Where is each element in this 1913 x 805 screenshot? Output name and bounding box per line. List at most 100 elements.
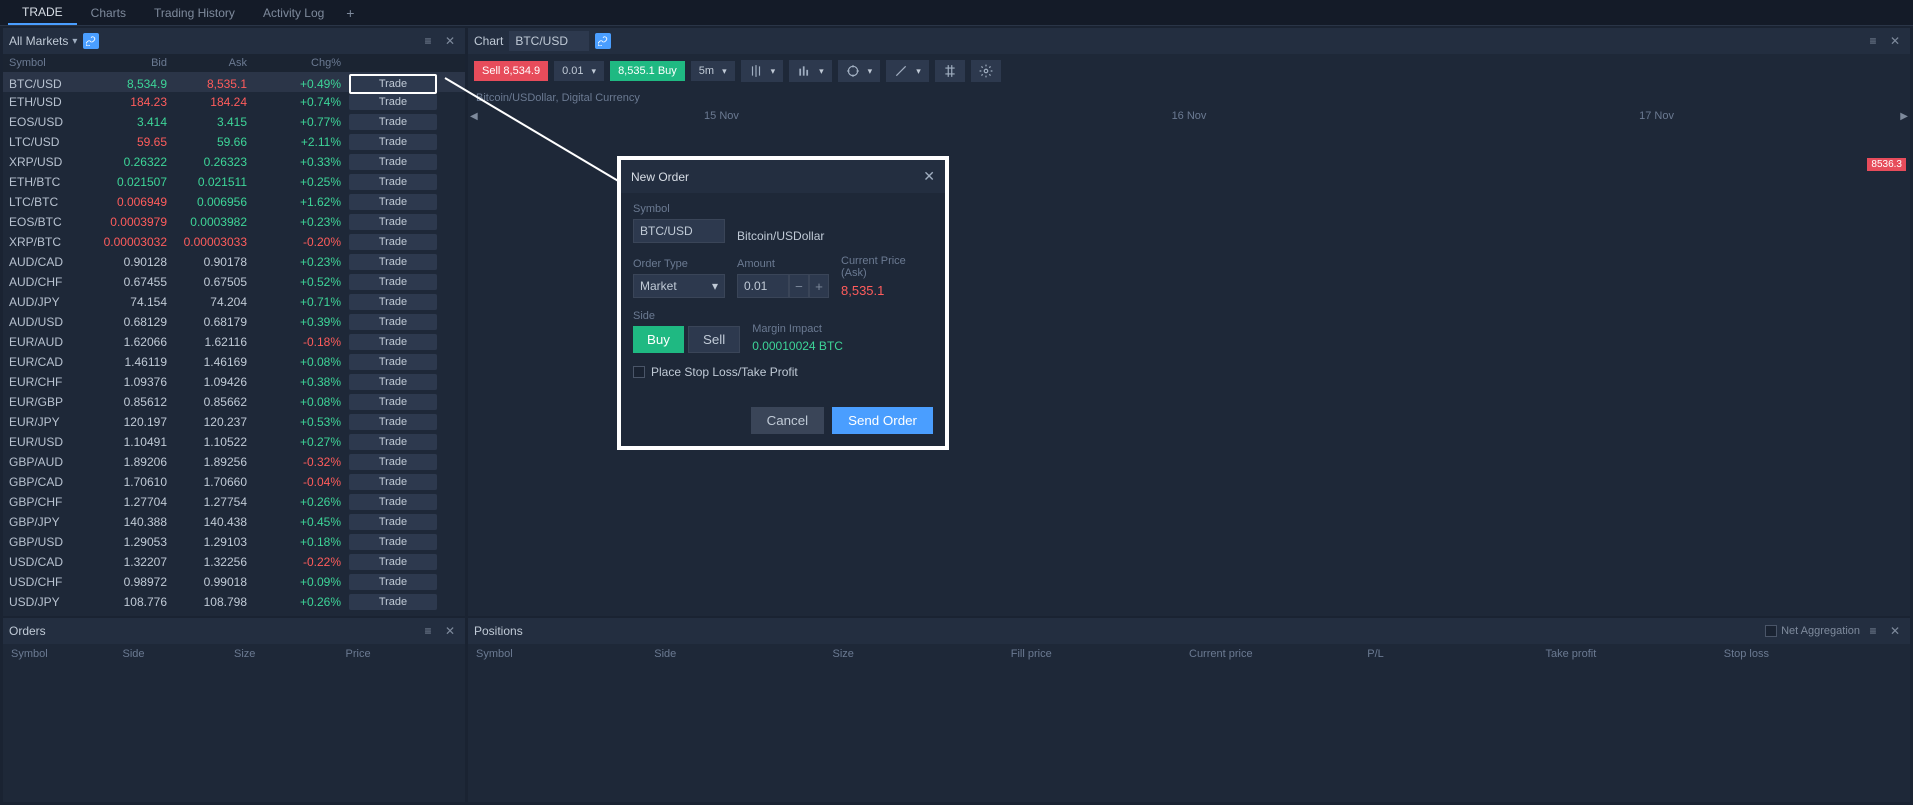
market-row[interactable]: EOS/BTC0.00039790.0003982+0.23%Trade bbox=[3, 212, 465, 232]
trade-button[interactable]: Trade bbox=[349, 414, 437, 430]
side-sell-button[interactable]: Sell bbox=[688, 326, 740, 353]
trade-button[interactable]: Trade bbox=[349, 274, 437, 290]
close-icon[interactable]: ✕ bbox=[441, 32, 459, 50]
col-header[interactable]: Side bbox=[654, 648, 832, 660]
market-row[interactable]: XRP/BTC0.000030320.00003033-0.20%Trade bbox=[3, 232, 465, 252]
trade-button[interactable]: Trade bbox=[349, 234, 437, 250]
market-row[interactable]: EUR/USD1.104911.10522+0.27%Trade bbox=[3, 432, 465, 452]
market-row[interactable]: EOS/USD3.4143.415+0.77%Trade bbox=[3, 112, 465, 132]
trade-button[interactable]: Trade bbox=[349, 474, 437, 490]
markets-list[interactable]: BTC/USD8,534.98,535.1+0.49%TradeETH/USD1… bbox=[3, 72, 465, 610]
market-row[interactable]: BTC/USD8,534.98,535.1+0.49%Trade bbox=[3, 72, 465, 92]
col-ask[interactable]: Ask bbox=[175, 57, 255, 69]
hamburger-icon[interactable]: ≡ bbox=[419, 622, 437, 640]
col-header[interactable]: Take profit bbox=[1546, 648, 1724, 660]
col-header[interactable]: Side bbox=[123, 648, 235, 660]
market-row[interactable]: EUR/GBP0.856120.85662+0.08%Trade bbox=[3, 392, 465, 412]
market-row[interactable]: EUR/CAD1.461191.46169+0.08%Trade bbox=[3, 352, 465, 372]
col-header[interactable]: Size bbox=[833, 648, 1011, 660]
chart-type-button[interactable]: ▾ bbox=[789, 60, 832, 82]
market-row[interactable]: AUD/USD0.681290.68179+0.39%Trade bbox=[3, 312, 465, 332]
add-tab-button[interactable]: + bbox=[338, 5, 362, 21]
market-row[interactable]: GBP/USD1.290531.29103+0.18%Trade bbox=[3, 532, 465, 552]
market-row[interactable]: GBP/CAD1.706101.70660-0.04%Trade bbox=[3, 472, 465, 492]
market-row[interactable]: EUR/JPY120.197120.237+0.53%Trade bbox=[3, 412, 465, 432]
trade-button[interactable]: Trade bbox=[349, 194, 437, 210]
market-row[interactable]: AUD/JPY74.15474.204+0.71%Trade bbox=[3, 292, 465, 312]
trade-button[interactable]: Trade bbox=[349, 394, 437, 410]
trade-button[interactable]: Trade bbox=[349, 294, 437, 310]
col-header[interactable]: Size bbox=[234, 648, 346, 660]
trade-button[interactable]: Trade bbox=[349, 494, 437, 510]
trade-button[interactable]: Trade bbox=[349, 154, 437, 170]
market-row[interactable]: GBP/JPY140.388140.438+0.45%Trade bbox=[3, 512, 465, 532]
checkbox-icon[interactable] bbox=[1765, 625, 1777, 637]
market-row[interactable]: USD/JPY108.776108.798+0.26%Trade bbox=[3, 592, 465, 610]
market-row[interactable]: AUD/CHF0.674550.67505+0.52%Trade bbox=[3, 272, 465, 292]
order-type-select[interactable]: Market ▾ bbox=[633, 274, 725, 298]
hamburger-icon[interactable]: ≡ bbox=[1864, 32, 1882, 50]
hamburger-icon[interactable]: ≡ bbox=[419, 32, 437, 50]
checkbox-icon[interactable] bbox=[633, 366, 645, 378]
col-header[interactable]: Stop loss bbox=[1724, 648, 1902, 660]
col-header[interactable]: Price bbox=[346, 648, 458, 660]
col-header[interactable]: Symbol bbox=[476, 648, 654, 660]
market-row[interactable]: ETH/USD184.23184.24+0.74%Trade bbox=[3, 92, 465, 112]
col-header[interactable]: Symbol bbox=[11, 648, 123, 660]
chart-nav-right-icon[interactable]: ▶ bbox=[1898, 109, 1910, 124]
trade-button[interactable]: Trade bbox=[349, 434, 437, 450]
draw-line-button[interactable]: ▾ bbox=[886, 60, 929, 82]
buy-button[interactable]: 8,535.1 Buy bbox=[610, 61, 685, 81]
amount-decrease-button[interactable]: − bbox=[789, 274, 809, 298]
chart-symbol-input[interactable] bbox=[509, 31, 589, 51]
trade-button[interactable]: Trade bbox=[349, 354, 437, 370]
symbol-input[interactable] bbox=[633, 219, 725, 243]
trade-button[interactable]: Trade bbox=[349, 254, 437, 270]
settings-button[interactable] bbox=[971, 60, 1001, 82]
amount-input[interactable] bbox=[737, 274, 789, 298]
trade-button[interactable]: Trade bbox=[349, 554, 437, 570]
col-symbol[interactable]: Symbol bbox=[9, 57, 95, 69]
col-header[interactable]: Fill price bbox=[1011, 648, 1189, 660]
tab-activity[interactable]: Activity Log bbox=[249, 2, 338, 24]
col-bid[interactable]: Bid bbox=[95, 57, 175, 69]
col-header[interactable]: P/L bbox=[1367, 648, 1545, 660]
trade-button[interactable]: Trade bbox=[349, 594, 437, 610]
cancel-button[interactable]: Cancel bbox=[751, 407, 825, 434]
stop-loss-checkbox-row[interactable]: Place Stop Loss/Take Profit bbox=[633, 365, 933, 379]
hamburger-icon[interactable]: ≡ bbox=[1864, 622, 1882, 640]
market-row[interactable]: AUD/CAD0.901280.90178+0.23%Trade bbox=[3, 252, 465, 272]
close-icon[interactable]: ✕ bbox=[1886, 32, 1904, 50]
net-aggregation-toggle[interactable]: Net Aggregation bbox=[1765, 625, 1860, 637]
timeframe-selector[interactable]: 5m ▾ bbox=[691, 61, 735, 81]
tab-trade[interactable]: TRADE bbox=[8, 1, 77, 25]
crosshair-button[interactable]: ▾ bbox=[838, 60, 881, 82]
close-icon[interactable]: ✕ bbox=[1886, 622, 1904, 640]
close-icon[interactable]: ✕ bbox=[441, 622, 459, 640]
indicators2-button[interactable] bbox=[935, 60, 965, 82]
market-row[interactable]: GBP/CHF1.277041.27754+0.26%Trade bbox=[3, 492, 465, 512]
trade-button[interactable]: Trade bbox=[349, 334, 437, 350]
trade-button[interactable]: Trade bbox=[349, 134, 437, 150]
modal-close-button[interactable]: ✕ bbox=[923, 168, 935, 185]
trade-button[interactable]: Trade bbox=[349, 534, 437, 550]
market-row[interactable]: USD/CAD1.322071.32256-0.22%Trade bbox=[3, 552, 465, 572]
trade-button[interactable]: Trade bbox=[349, 574, 437, 590]
market-row[interactable]: ETH/BTC0.0215070.021511+0.25%Trade bbox=[3, 172, 465, 192]
market-row[interactable]: XRP/USD0.263220.26323+0.33%Trade bbox=[3, 152, 465, 172]
col-chg[interactable]: Chg% bbox=[255, 57, 349, 69]
trade-button[interactable]: Trade bbox=[349, 94, 437, 110]
chart-nav-left-icon[interactable]: ◀ bbox=[468, 109, 480, 124]
trade-button[interactable]: Trade bbox=[349, 74, 437, 94]
tab-history[interactable]: Trading History bbox=[140, 2, 249, 24]
amount-increase-button[interactable]: + bbox=[809, 274, 829, 298]
tab-charts[interactable]: Charts bbox=[77, 2, 140, 24]
markets-dropdown-icon[interactable]: ▾ bbox=[72, 36, 77, 47]
trade-button[interactable]: Trade bbox=[349, 114, 437, 130]
link-icon[interactable] bbox=[83, 33, 99, 49]
trade-button[interactable]: Trade bbox=[349, 314, 437, 330]
market-row[interactable]: LTC/BTC0.0069490.006956+1.62%Trade bbox=[3, 192, 465, 212]
col-header[interactable]: Current price bbox=[1189, 648, 1367, 660]
indicators-button[interactable]: ▾ bbox=[741, 60, 784, 82]
markets-title[interactable]: All Markets bbox=[9, 34, 68, 48]
